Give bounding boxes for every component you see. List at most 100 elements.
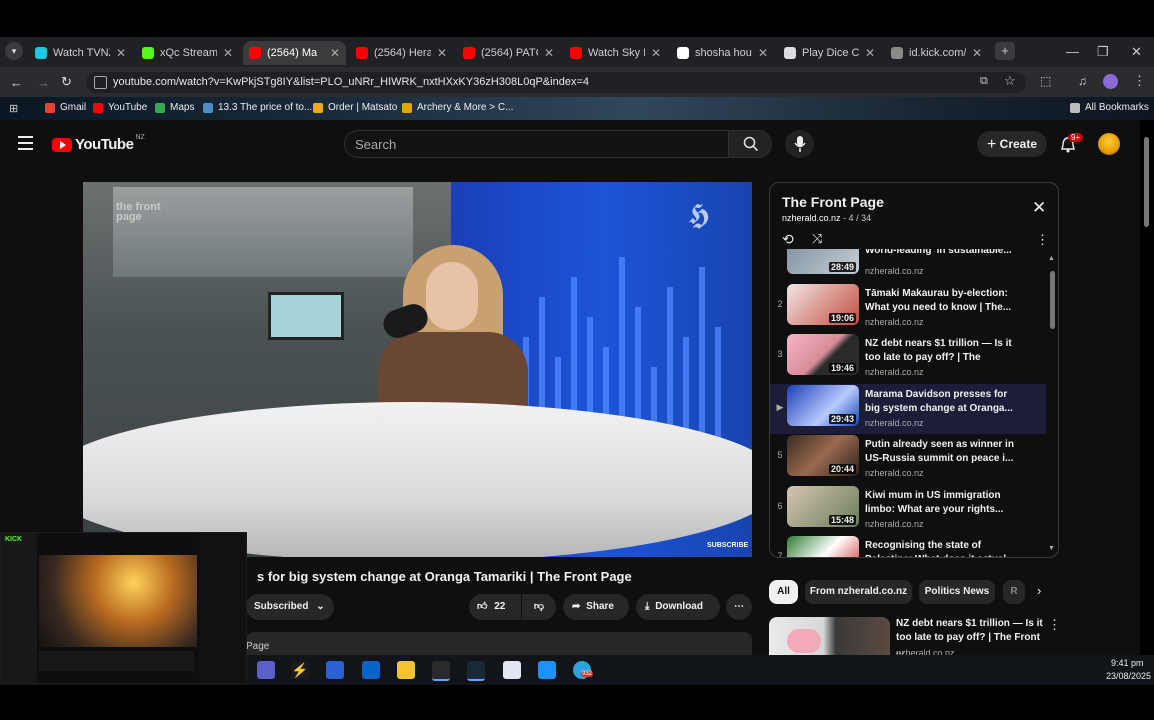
tab-close-icon[interactable]: ✕ — [116, 46, 126, 60]
playlist-item[interactable]: ▶ 29:43 Marama Davidson presses for big sy… — [770, 383, 1046, 434]
new-tab-button[interactable]: + — [995, 42, 1015, 60]
recommended-thumbnail[interactable] — [769, 617, 890, 657]
voice-search-button[interactable] — [785, 130, 814, 158]
tab-5[interactable]: (2564) PATCH ✕ — [457, 41, 560, 65]
tab-search-button[interactable]: ▾ — [5, 42, 23, 60]
tab-close-icon[interactable]: ✕ — [437, 46, 447, 60]
front-page-brand: the front page — [116, 201, 161, 223]
tab-1[interactable]: Watch TVNZ ✕ — [29, 41, 132, 65]
playlist-item[interactable]: 6 15:48 Kiwi mum in US immigration limbo: … — [770, 485, 1046, 535]
recommended-more-icon[interactable]: ⋮ — [1048, 617, 1061, 633]
filter-chip[interactable]: From nzherald.co.nz — [805, 580, 912, 604]
tab-9[interactable]: id.kick.com/oa ✕ — [885, 41, 988, 65]
like-button[interactable]: 👍︎ 22 — [469, 594, 521, 620]
maximize-icon[interactable]: ❐ — [1097, 44, 1109, 60]
playlist-title[interactable]: The Front Page — [782, 194, 884, 210]
minimize-icon[interactable]: — — [1066, 44, 1079, 59]
back-icon[interactable]: ← — [10, 75, 23, 90]
playlist-item-title: Kiwi mum in US immigration limbo: What a… — [865, 489, 1004, 515]
flash-app-icon[interactable]: ⚡ — [291, 661, 309, 679]
bookmark-2[interactable]: YouTube — [93, 102, 147, 113]
chips-next-icon[interactable]: › — [1037, 583, 1041, 598]
tab-2[interactable]: xQc Stream - ✕ — [136, 41, 239, 65]
video-player[interactable]: 𝕳 the front page SUBSCRIBE — [83, 182, 752, 557]
scroll-down-icon[interactable]: ▼ — [1048, 545, 1055, 552]
stream-overlay[interactable]: KICK — [0, 532, 247, 684]
more-actions-button[interactable]: ⋯ — [726, 594, 752, 620]
playlist-item[interactable]: 28:49 World-leading' in sustainable... nzh… — [770, 249, 1046, 282]
tab-close-icon[interactable]: ✕ — [330, 46, 340, 60]
media-control-icon[interactable]: ♫ — [1078, 74, 1087, 88]
tab-close-icon[interactable]: ✕ — [223, 46, 233, 60]
filter-chip[interactable]: R — [1003, 580, 1025, 604]
profile-avatar[interactable] — [1103, 74, 1118, 89]
description-box[interactable]: Page — [246, 632, 752, 655]
forward-icon[interactable]: → — [37, 75, 50, 90]
close-playlist-icon[interactable]: ✕ — [1032, 198, 1046, 218]
download-button[interactable]: ⤓ Download — [636, 594, 720, 620]
tab-7[interactable]: shosha hours ✕ — [671, 41, 774, 65]
filter-chip[interactable]: All — [769, 580, 798, 604]
apps-grid-icon[interactable]: ⊞ — [9, 102, 18, 115]
hamburger-menu-icon[interactable] — [18, 136, 33, 150]
search-input[interactable]: Search — [344, 130, 729, 158]
close-window-icon[interactable]: ✕ — [1131, 44, 1142, 60]
bookmark-6[interactable]: Archery & More > C... — [402, 102, 513, 113]
tab-3[interactable]: (2564) Ma ✕ — [243, 41, 346, 65]
bookmark-3[interactable]: Maps — [155, 102, 194, 113]
bookmark-star-icon[interactable]: ☆ — [1004, 73, 1016, 89]
tab-6[interactable]: Watch Sky Ne ✕ — [564, 41, 667, 65]
loop-icon[interactable]: ⟲ — [782, 231, 794, 248]
playlist-scrollbar[interactable] — [1050, 271, 1055, 329]
tab-4[interactable]: (2564) Herald ✕ — [350, 41, 453, 65]
playlist-item[interactable]: 7 Recognising the state of Palestine: Wha… — [770, 535, 1046, 557]
notifications-button[interactable]: 9+ — [1058, 133, 1084, 155]
url-input[interactable]: youtube.com/watch?v=KwPkjSTg8IY&list=PLO… — [86, 72, 1026, 93]
create-button[interactable]: + Create — [977, 131, 1047, 157]
site-info-icon[interactable] — [94, 76, 107, 89]
bookmark-label: Order | Matsato — [328, 102, 398, 113]
snipping-tool-icon[interactable] — [432, 661, 450, 681]
search-button[interactable] — [728, 130, 772, 158]
subscribed-button[interactable]: Subscribed ⌄ — [246, 594, 334, 620]
playlist-item[interactable]: 5 20:44 Putin already seen as winner in US… — [770, 434, 1046, 484]
outlook-icon[interactable] — [362, 661, 380, 679]
bookmark-5[interactable]: Order | Matsato — [313, 102, 397, 113]
tab-close-icon[interactable]: ✕ — [758, 46, 768, 60]
dislike-button[interactable]: 👎︎ — [522, 594, 556, 620]
tab-close-icon[interactable]: ✕ — [651, 46, 661, 60]
playlist-item[interactable]: 3 19:46 NZ debt nears $1 trillion — Is it … — [770, 333, 1046, 383]
teams-icon[interactable] — [257, 661, 275, 679]
shuffle-icon[interactable]: ⤨ — [812, 231, 822, 247]
notepad-icon[interactable] — [503, 661, 521, 679]
bookmark-label: YouTube — [108, 102, 148, 113]
extensions-icon[interactable]: ⬚ — [1040, 74, 1051, 88]
playlist-item[interactable]: 2 19:06 Tāmaki Makaurau by-election: What … — [770, 283, 1046, 333]
account-avatar[interactable] — [1098, 133, 1120, 155]
share-button[interactable]: ➦ Share — [563, 594, 629, 620]
bookmark-1[interactable]: Gmail — [45, 102, 86, 113]
youtube-logo[interactable]: YouTube NZ — [52, 134, 145, 153]
app-window-icon[interactable] — [538, 661, 556, 679]
bookmark-4[interactable]: 13.3 The price of to... — [203, 102, 312, 113]
install-icon[interactable]: ⧉ — [980, 75, 988, 88]
clock-date[interactable]: 23/08/2025 — [1106, 671, 1151, 681]
tab-close-icon[interactable]: ✕ — [972, 46, 982, 60]
clock-time[interactable]: 9:41 pm — [1111, 658, 1144, 668]
all-bookmarks-link[interactable]: All Bookmarks — [1070, 102, 1149, 113]
tab-close-icon[interactable]: ✕ — [865, 46, 875, 60]
steam-icon[interactable] — [467, 661, 485, 681]
filter-chip[interactable]: Politics News — [919, 580, 995, 604]
page-scrollbar[interactable] — [1144, 137, 1149, 227]
reload-icon[interactable]: ↻ — [61, 74, 72, 90]
tab-8[interactable]: Play Dice Casi ✕ — [778, 41, 881, 65]
tab-favicon-icon — [784, 47, 796, 59]
bookmark-label: Archery & More > C... — [417, 102, 514, 113]
scroll-up-icon[interactable]: ▲ — [1048, 255, 1055, 262]
playlist-more-icon[interactable]: ⋮ — [1036, 232, 1049, 248]
tab-close-icon[interactable]: ✕ — [544, 46, 554, 60]
store-icon[interactable] — [326, 661, 344, 679]
telegram-icon[interactable]: 932 — [573, 661, 594, 679]
browser-menu-icon[interactable]: ⋮ — [1133, 73, 1146, 89]
file-explorer-icon[interactable] — [397, 661, 415, 679]
